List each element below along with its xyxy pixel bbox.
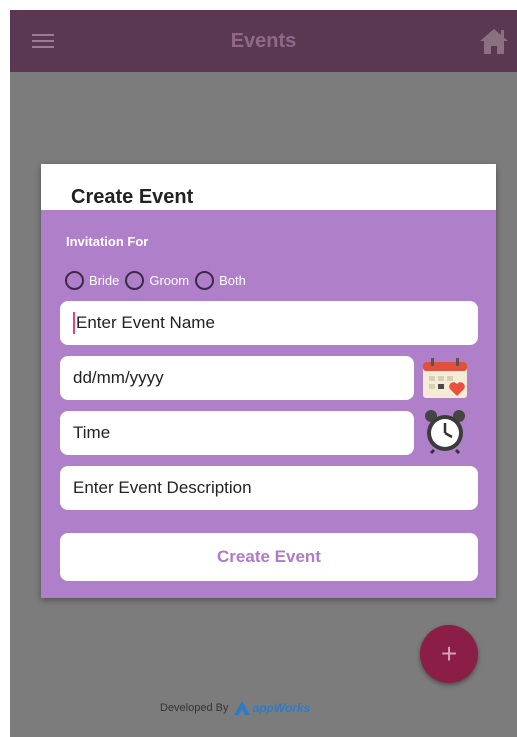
- dialog-header: Create Event: [41, 164, 496, 210]
- invitation-for-label: Invitation For: [66, 234, 149, 249]
- radio-both[interactable]: [195, 271, 215, 290]
- add-event-fab[interactable]: +: [420, 625, 478, 683]
- plus-icon: +: [440, 638, 458, 669]
- app-screen: Events Create Event Invitation For Bride…: [10, 10, 517, 737]
- dialog-title: Create Event: [71, 186, 194, 208]
- date-input[interactable]: dd/mm/yyyy: [60, 356, 414, 400]
- invitation-radio-group: Bride Groom Both: [65, 271, 252, 290]
- time-input[interactable]: Time: [60, 411, 414, 455]
- time-placeholder: Time: [73, 423, 111, 442]
- appworks-logo-icon: [233, 701, 250, 715]
- footer-brand: appWorks: [252, 701, 311, 715]
- footer-text: Developed By: [160, 702, 229, 714]
- alarm-clock-icon[interactable]: [422, 408, 468, 454]
- page-title: Events: [230, 30, 297, 52]
- radio-bride-label: Bride: [89, 273, 120, 288]
- event-description-placeholder: Enter Event Description: [73, 478, 252, 497]
- radio-groom[interactable]: [125, 271, 145, 290]
- text-cursor: [73, 312, 75, 334]
- footer-credit: Developed By appWorks: [160, 700, 310, 716]
- create-event-button[interactable]: Create Event: [60, 533, 478, 581]
- create-event-dialog: Create Event Invitation For Bride Groom …: [41, 164, 496, 598]
- home-icon[interactable]: [478, 26, 510, 56]
- radio-both-label: Both: [219, 273, 246, 288]
- event-name-placeholder: Enter Event Name: [76, 313, 215, 332]
- radio-groom-label: Groom: [149, 273, 190, 288]
- date-placeholder: dd/mm/yyyy: [73, 368, 164, 387]
- event-description-input[interactable]: Enter Event Description: [60, 466, 478, 510]
- calendar-icon[interactable]: [421, 356, 469, 400]
- event-name-input[interactable]: Enter Event Name: [60, 301, 478, 345]
- app-bar: Events: [10, 10, 517, 72]
- radio-bride[interactable]: [65, 271, 84, 290]
